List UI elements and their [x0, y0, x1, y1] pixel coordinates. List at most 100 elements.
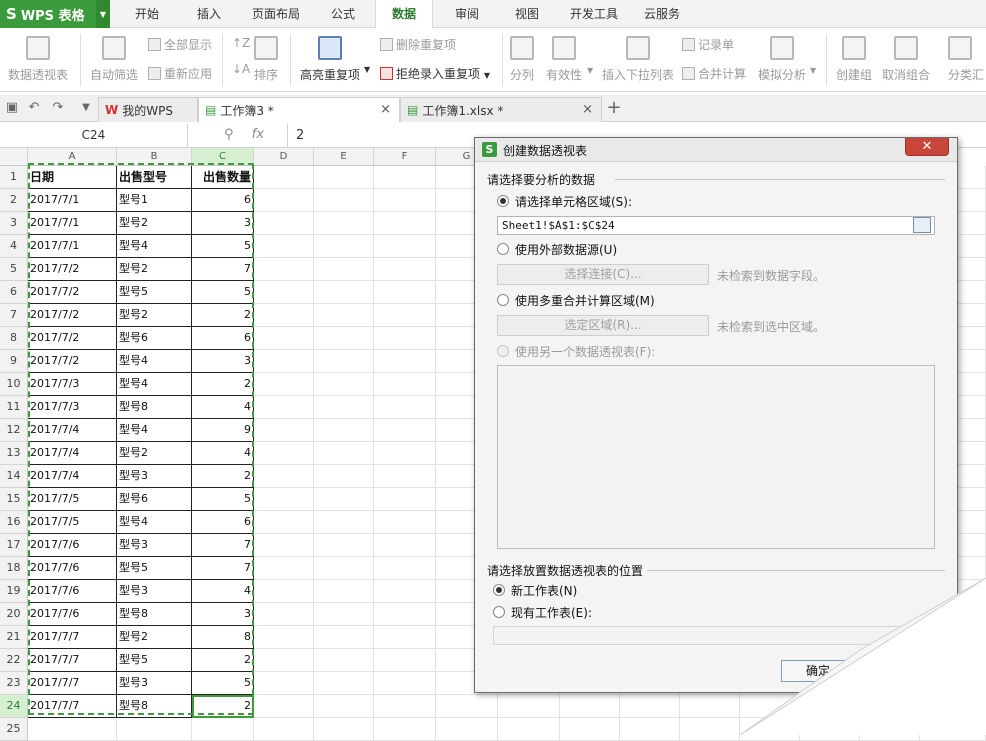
empty-cell[interactable] [374, 373, 436, 396]
row-header[interactable]: 7 [0, 304, 28, 327]
range-input[interactable]: Sheet1!$A$1:$C$24 [497, 216, 935, 235]
row-header[interactable]: 20 [0, 603, 28, 626]
subtotal-button[interactable]: 分类汇 [948, 36, 984, 83]
select-connection-button[interactable]: 选择连接(C)... [497, 264, 709, 285]
empty-cell[interactable] [374, 603, 436, 626]
empty-cell[interactable] [374, 695, 436, 718]
empty-cell[interactable] [314, 373, 374, 396]
insert-dropdown-list-button[interactable]: 插入下拉列表 [602, 36, 674, 83]
row-header[interactable]: 18 [0, 557, 28, 580]
show-all-button[interactable]: 全部显示 [148, 36, 212, 53]
reapply-button[interactable]: 重新应用 [148, 65, 212, 82]
chevron-down-icon[interactable]: ▼ [587, 66, 593, 75]
empty-cell[interactable] [314, 695, 374, 718]
radio-existing-worksheet[interactable] [493, 606, 505, 618]
chevron-down-icon[interactable]: ▼ [810, 66, 816, 75]
row-header[interactable]: 13 [0, 442, 28, 465]
empty-cell[interactable] [374, 327, 436, 350]
empty-cell[interactable] [314, 350, 374, 373]
ungroup-button[interactable]: 取消组合 [882, 36, 930, 83]
empty-cell[interactable] [374, 166, 436, 189]
empty-cell[interactable] [374, 672, 436, 695]
existing-location-input[interactable] [493, 626, 935, 645]
record-form-button[interactable]: 记录单 [682, 36, 734, 53]
tab-page-layout[interactable]: 页面布局 [244, 0, 308, 28]
empty-cell[interactable] [374, 212, 436, 235]
empty-cell[interactable] [254, 695, 314, 718]
empty-cell[interactable] [314, 488, 374, 511]
pivot-table-button[interactable]: 数据透视表 [8, 36, 68, 83]
row-header[interactable]: 12 [0, 419, 28, 442]
row-header[interactable]: 5 [0, 258, 28, 281]
empty-cell[interactable] [254, 166, 314, 189]
row-header[interactable]: 11 [0, 396, 28, 419]
empty-cell[interactable] [374, 396, 436, 419]
select-all-corner[interactable] [0, 148, 28, 166]
validity-button[interactable]: 有效性 [546, 36, 582, 83]
row-header[interactable]: 23 [0, 672, 28, 695]
empty-cell[interactable] [374, 557, 436, 580]
save-icon[interactable]: ▣ [4, 100, 20, 116]
empty-cell[interactable] [314, 235, 374, 258]
empty-cell[interactable] [498, 718, 560, 741]
empty-cell[interactable] [680, 695, 740, 718]
chevron-down-icon[interactable]: ▼ [78, 100, 94, 116]
radio-new-worksheet-label[interactable]: 新工作表(N) [511, 582, 577, 599]
empty-cell[interactable] [860, 718, 920, 741]
empty-cell[interactable] [254, 603, 314, 626]
row-header[interactable]: 21 [0, 626, 28, 649]
ok-button[interactable]: 确定 [781, 660, 855, 682]
empty-cell[interactable] [374, 350, 436, 373]
radio-other-pivot[interactable] [497, 345, 509, 357]
empty-cell[interactable] [254, 557, 314, 580]
empty-cell[interactable] [374, 626, 436, 649]
row-header[interactable]: 9 [0, 350, 28, 373]
empty-cell[interactable] [374, 465, 436, 488]
sort-button[interactable]: 排序 [254, 36, 278, 83]
row-header[interactable]: 15 [0, 488, 28, 511]
empty-cell[interactable] [374, 534, 436, 557]
location-picker-icon[interactable] [915, 627, 933, 643]
row-header[interactable]: 19 [0, 580, 28, 603]
empty-cell[interactable] [374, 442, 436, 465]
tab-developer[interactable]: 开发工具 [564, 0, 624, 28]
column-header-f[interactable]: F [374, 148, 436, 166]
empty-cell[interactable] [920, 718, 986, 741]
empty-cell[interactable] [374, 488, 436, 511]
what-if-analysis-button[interactable]: 模拟分析 [758, 36, 806, 83]
empty-cell[interactable] [314, 511, 374, 534]
tab-cloud[interactable]: 云服务 [636, 0, 688, 28]
radio-existing-worksheet-label[interactable]: 现有工作表(E): [511, 604, 592, 621]
empty-cell[interactable] [254, 373, 314, 396]
empty-cell[interactable] [800, 718, 860, 741]
empty-cell[interactable] [740, 695, 800, 718]
app-menu-button[interactable]: S WPS 表格 ▼ [0, 0, 110, 28]
empty-cell[interactable] [374, 281, 436, 304]
empty-cell[interactable] [254, 672, 314, 695]
row-header[interactable]: 3 [0, 212, 28, 235]
row-header[interactable]: 24 [0, 695, 28, 718]
empty-cell[interactable] [314, 258, 374, 281]
auto-filter-button[interactable]: 自动筛选 [90, 36, 138, 83]
name-box[interactable]: C24 [0, 124, 188, 147]
empty-cell[interactable] [374, 189, 436, 212]
close-icon[interactable]: ✕ [905, 138, 949, 156]
radio-cell-range[interactable] [497, 195, 509, 207]
tab-insert[interactable]: 插入 [186, 0, 232, 28]
empty-cell[interactable] [254, 718, 314, 741]
empty-cell[interactable] [314, 304, 374, 327]
row-header[interactable]: 1 [0, 166, 28, 189]
empty-cell[interactable] [314, 603, 374, 626]
empty-cell[interactable] [374, 258, 436, 281]
radio-other-pivot-label[interactable]: 使用另一个数据透视表(F): [515, 343, 655, 360]
empty-cell[interactable] [314, 649, 374, 672]
tab-data[interactable]: 数据 [375, 0, 433, 29]
remove-duplicates-button[interactable]: 删除重复项 [380, 36, 456, 53]
row-header[interactable]: 22 [0, 649, 28, 672]
row-header[interactable]: 25 [0, 718, 28, 741]
empty-cell[interactable] [117, 718, 192, 741]
undo-icon[interactable]: ↶ [26, 100, 42, 116]
radio-external-source-label[interactable]: 使用外部数据源(U) [515, 241, 617, 258]
radio-new-worksheet[interactable] [493, 584, 505, 596]
empty-cell[interactable] [560, 695, 620, 718]
